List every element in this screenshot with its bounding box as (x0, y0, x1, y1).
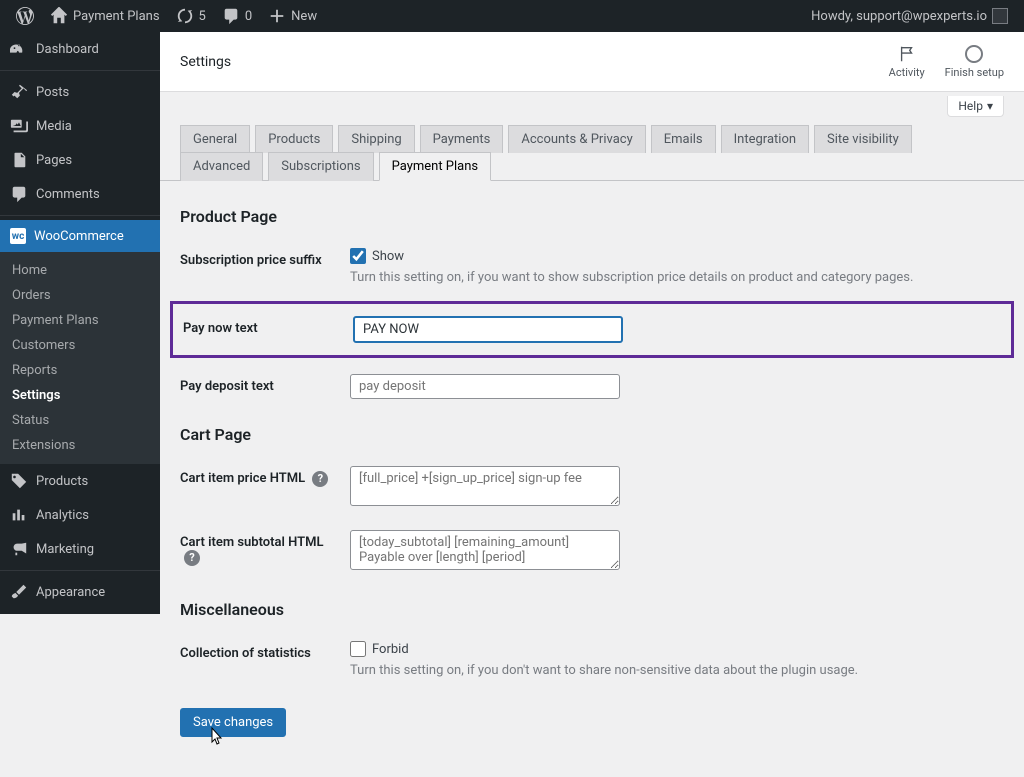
menu-plugins[interactable]: Plugins 5 (0, 609, 160, 614)
tab-site-visibility[interactable]: Site visibility (814, 125, 912, 153)
finish-setup-button[interactable]: Finish setup (945, 44, 1004, 79)
collection-label: Collection of statistics (180, 631, 340, 688)
admin-sidebar: Dashboard Posts Media Pages Comments wc … (0, 32, 160, 614)
brush-icon (10, 583, 28, 601)
flag-icon (897, 44, 917, 64)
save-changes-button[interactable]: Save changes (180, 708, 286, 737)
updates-link[interactable]: 5 (168, 0, 214, 32)
megaphone-icon (10, 540, 28, 558)
submenu-reports[interactable]: Reports (0, 358, 160, 383)
cart-item-price-label: Cart item price HTML (180, 471, 305, 486)
admin-bar: Payment Plans 5 0 New Howdy, support@wpe… (0, 0, 1024, 32)
show-checkbox[interactable] (350, 248, 366, 264)
miscellaneous-heading: Miscellaneous (180, 600, 1004, 619)
page-icon (10, 151, 28, 169)
help-dropdown[interactable]: Help ▾ (947, 96, 1004, 117)
show-checkbox-wrap[interactable]: Show (350, 248, 994, 264)
submenu-extensions[interactable]: Extensions (0, 433, 160, 458)
cart-item-price-input[interactable] (350, 466, 620, 506)
menu-dashboard[interactable]: Dashboard (0, 32, 160, 66)
tab-payment-plans[interactable]: Payment Plans (379, 152, 492, 181)
wp-logo[interactable] (8, 0, 42, 32)
help-tip-icon[interactable]: ? (184, 550, 200, 566)
woocommerce-submenu: Home Orders Payment Plans Customers Repo… (0, 252, 160, 464)
new-label: New (291, 9, 317, 24)
collection-description: Turn this setting on, if you don't want … (350, 663, 994, 678)
menu-appearance[interactable]: Appearance (0, 575, 160, 609)
menu-products[interactable]: Products (0, 464, 160, 498)
menu-analytics[interactable]: Analytics (0, 498, 160, 532)
chart-icon (10, 506, 28, 524)
tab-accounts-privacy[interactable]: Accounts & Privacy (508, 125, 645, 153)
site-title: Payment Plans (73, 9, 160, 24)
subscription-suffix-description: Turn this setting on, if you want to sho… (350, 270, 994, 285)
product-page-heading: Product Page (180, 207, 1004, 226)
site-name-link[interactable]: Payment Plans (42, 0, 168, 32)
menu-woocommerce[interactable]: wc WooCommerce (0, 220, 160, 252)
tag-icon (10, 472, 28, 490)
pin-icon (10, 83, 28, 101)
tab-shipping[interactable]: Shipping (338, 125, 414, 153)
menu-media[interactable]: Media (0, 109, 160, 143)
forbid-checkbox-wrap[interactable]: Forbid (350, 641, 994, 657)
update-icon (176, 7, 194, 25)
woocommerce-icon: wc (10, 228, 26, 244)
pay-now-input[interactable] (353, 316, 623, 343)
comment-icon (222, 7, 240, 25)
subscription-suffix-label: Subscription price suffix (180, 238, 340, 295)
pay-deposit-input[interactable] (350, 374, 620, 399)
tab-emails[interactable]: Emails (651, 125, 716, 153)
dashboard-icon (10, 40, 28, 58)
menu-posts[interactable]: Posts (0, 75, 160, 109)
plus-icon (268, 7, 286, 25)
submenu-home[interactable]: Home (0, 258, 160, 283)
my-account[interactable]: Howdy, support@wpexperts.io (803, 0, 1016, 32)
home-icon (50, 7, 68, 25)
updates-count: 5 (199, 9, 206, 24)
help-tip-icon[interactable]: ? (312, 471, 328, 487)
tab-payments[interactable]: Payments (420, 125, 504, 153)
tab-integration[interactable]: Integration (721, 125, 809, 153)
circle-icon (965, 45, 983, 63)
tab-advanced[interactable]: Advanced (180, 152, 263, 181)
comments-icon (10, 185, 28, 203)
activity-button[interactable]: Activity (889, 44, 925, 79)
pay-deposit-label: Pay deposit text (180, 364, 340, 409)
wordpress-icon (16, 7, 34, 25)
menu-marketing[interactable]: Marketing (0, 532, 160, 566)
menu-comments[interactable]: Comments (0, 177, 160, 211)
pay-now-label: Pay now text (183, 306, 343, 353)
menu-pages[interactable]: Pages (0, 143, 160, 177)
howdy-text: Howdy, support@wpexperts.io (811, 9, 987, 24)
forbid-checkbox[interactable] (350, 641, 366, 657)
submenu-payment-plans[interactable]: Payment Plans (0, 308, 160, 333)
page-header: Settings Activity Finish setup (160, 32, 1024, 92)
cart-item-subtotal-label: Cart item subtotal HTML (180, 535, 324, 550)
tab-subscriptions[interactable]: Subscriptions (268, 152, 373, 181)
submenu-status[interactable]: Status (0, 408, 160, 433)
submenu-customers[interactable]: Customers (0, 333, 160, 358)
new-content-link[interactable]: New (260, 0, 325, 32)
comments-count: 0 (245, 9, 252, 24)
cart-page-heading: Cart Page (180, 425, 1004, 444)
submenu-orders[interactable]: Orders (0, 283, 160, 308)
avatar (992, 8, 1008, 24)
settings-tabs: General Products Shipping Payments Accou… (160, 117, 1024, 181)
chevron-down-icon: ▾ (987, 99, 993, 113)
cart-item-subtotal-input[interactable] (350, 530, 620, 570)
main-content: Settings Activity Finish setup Help ▾ Ge… (160, 32, 1024, 777)
tab-products[interactable]: Products (255, 125, 333, 153)
media-icon (10, 117, 28, 135)
comments-link[interactable]: 0 (214, 0, 260, 32)
tab-general[interactable]: General (180, 125, 250, 153)
page-title: Settings (180, 54, 231, 70)
submenu-settings[interactable]: Settings (0, 383, 160, 408)
